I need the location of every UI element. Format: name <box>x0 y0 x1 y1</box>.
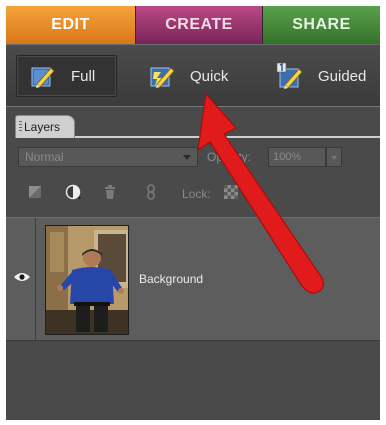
lightning-pencil-icon <box>150 67 175 88</box>
quick-edit-button[interactable]: Quick <box>142 55 242 97</box>
link-icon[interactable] <box>142 183 160 201</box>
edit-mode-bar: Full Quick Guided <box>6 44 380 106</box>
tab-share[interactable]: SHARE <box>263 6 380 44</box>
layer-tools: Lock: <box>6 179 380 207</box>
workspace-tabs: EDIT CREATE SHARE <box>6 6 380 44</box>
full-label: Full <box>71 67 96 85</box>
eye-icon[interactable] <box>14 272 30 282</box>
chevron-down-icon <box>183 155 191 160</box>
thumbnail-image <box>46 226 128 334</box>
full-edit-button[interactable]: Full <box>16 55 117 97</box>
guided-edit-button[interactable]: Guided <box>270 55 380 97</box>
new-layer-icon[interactable] <box>26 183 44 201</box>
trash-icon[interactable] <box>101 183 119 201</box>
layers-panel: Layers Normal Opacity: 100% Lock: Backgr… <box>6 106 380 420</box>
pencil-ruler-icon <box>31 67 55 88</box>
lock-label: Lock: <box>182 187 211 201</box>
layer-thumbnail <box>45 225 129 335</box>
quick-label: Quick <box>190 67 229 85</box>
guided-label: Guided <box>318 67 367 85</box>
opacity-dropdown-button[interactable] <box>326 147 342 167</box>
tab-create[interactable]: CREATE <box>136 6 263 44</box>
layers-tab-label: Layers <box>24 120 61 134</box>
numbered-pencil-icon <box>276 62 303 89</box>
panel-tab-strip: Layers <box>6 115 380 138</box>
photoshop-elements-window: EDIT CREATE SHARE Full Quick Guided Laye… <box>6 6 380 420</box>
visibility-column <box>6 218 36 342</box>
layer-name: Background <box>139 272 204 286</box>
adjustment-layer-icon[interactable] <box>64 183 82 201</box>
opacity-label: Opacity: <box>207 150 252 164</box>
opacity-value: 100% <box>273 151 302 163</box>
opacity-input[interactable]: 100% <box>268 147 326 167</box>
blend-mode-value: Normal <box>25 150 64 164</box>
lock-transparency-icon[interactable] <box>224 185 238 199</box>
layer-row[interactable]: Background <box>6 217 380 342</box>
panel-divider <box>75 136 380 138</box>
tab-edit[interactable]: EDIT <box>6 6 136 44</box>
blend-mode-select[interactable]: Normal <box>18 147 198 167</box>
layers-empty-area <box>6 341 380 420</box>
grip-icon[interactable] <box>19 121 22 133</box>
tab-layers[interactable]: Layers <box>15 115 75 138</box>
